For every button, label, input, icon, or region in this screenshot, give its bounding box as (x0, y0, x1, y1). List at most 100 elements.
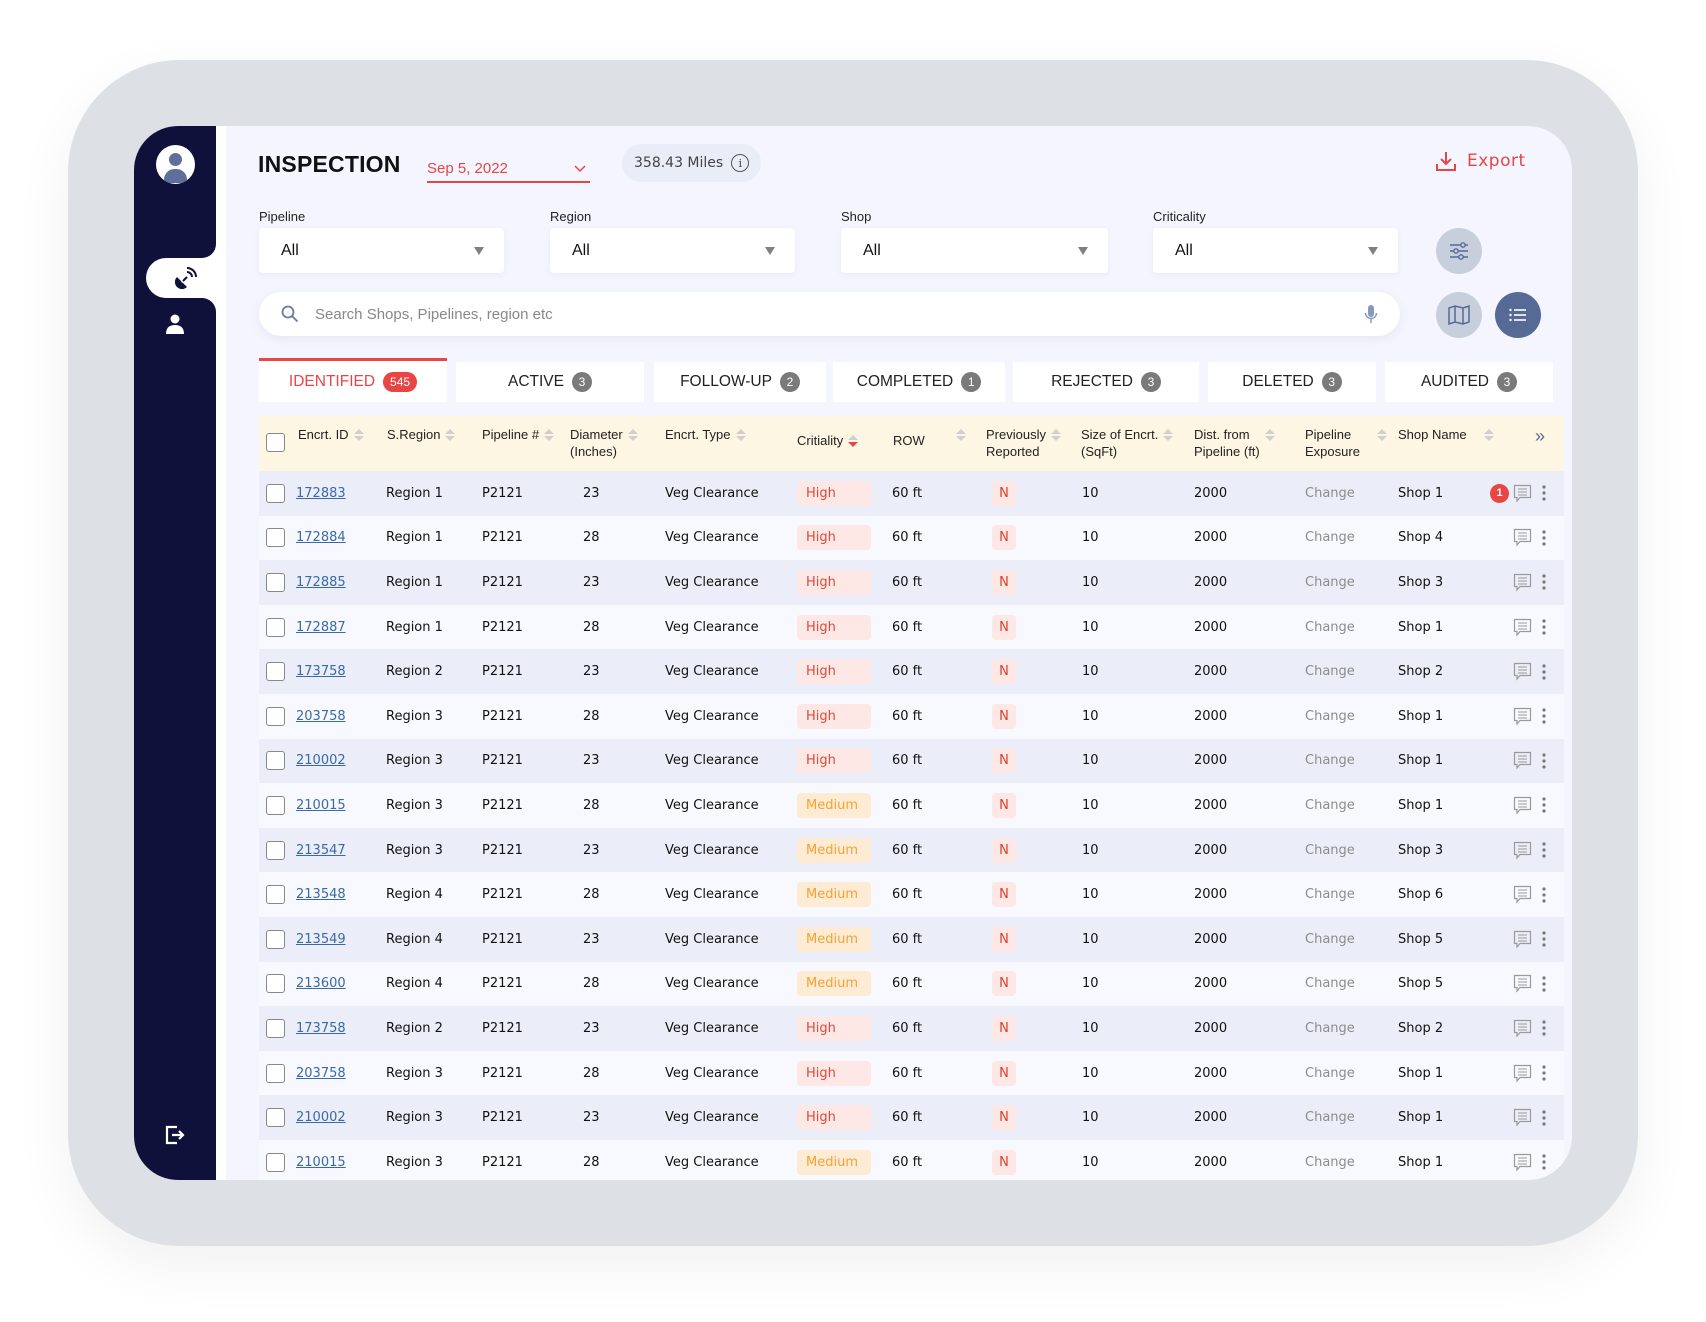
table-row[interactable]: 210015 Region 3 P2121 28 Veg Clearance M… (259, 783, 1564, 828)
table-row[interactable]: 173758 Region 2 P2121 23 Veg Clearance H… (259, 649, 1564, 694)
exposure-change-link[interactable]: Change (1305, 1051, 1355, 1096)
user-avatar-icon[interactable] (156, 145, 195, 184)
encrt-id-link[interactable]: 172887 (296, 620, 346, 635)
row-more-menu[interactable] (1541, 560, 1547, 605)
tab-deleted[interactable]: DELETED 3 (1208, 362, 1376, 402)
exposure-change-link[interactable]: Change (1305, 471, 1355, 516)
info-icon[interactable]: i (731, 154, 750, 172)
column-diameter[interactable]: Diameter (Inches) (570, 426, 638, 460)
region-select[interactable]: All (550, 228, 795, 273)
comment-button[interactable] (1513, 1006, 1532, 1051)
exposure-change-link[interactable]: Change (1305, 962, 1355, 1007)
tab-rejected[interactable]: REJECTED 3 (1013, 362, 1199, 402)
row-checkbox[interactable] (266, 605, 285, 650)
exposure-change-link[interactable]: Change (1305, 694, 1355, 739)
comment-button[interactable] (1513, 605, 1532, 650)
table-row[interactable]: 172885 Region 1 P2121 23 Veg Clearance H… (259, 560, 1564, 605)
exposure-change-link[interactable]: Change (1305, 1006, 1355, 1051)
row-more-menu[interactable] (1541, 605, 1547, 650)
encrt-id-link[interactable]: 210015 (296, 798, 346, 813)
table-row[interactable]: 203758 Region 3 P2121 28 Veg Clearance H… (259, 693, 1564, 739)
row-more-menu[interactable] (1541, 739, 1547, 784)
search-input[interactable] (315, 305, 1364, 323)
encrt-id-link[interactable]: 210002 (296, 753, 346, 768)
comment-button[interactable] (1513, 1051, 1532, 1096)
select-all-checkbox[interactable] (266, 433, 285, 452)
row-more-menu[interactable] (1541, 783, 1547, 828)
map-view-button[interactable] (1436, 292, 1482, 338)
table-row[interactable]: 213548 Region 4 P2121 28 Veg Clearance M… (259, 872, 1564, 917)
sort-icon[interactable] (445, 429, 456, 441)
pipeline-select[interactable]: All (259, 228, 504, 273)
sort-icon[interactable] (735, 429, 746, 441)
row-more-menu[interactable] (1541, 1140, 1547, 1180)
table-row[interactable]: 172884 Region 1 P2121 28 Veg Clearance H… (259, 515, 1564, 561)
sort-icon[interactable] (627, 429, 638, 441)
comment-button[interactable] (1513, 872, 1532, 917)
row-more-menu[interactable] (1541, 1095, 1547, 1140)
table-row[interactable]: 172883 Region 1 P2121 23 Veg Clearance H… (259, 471, 1564, 516)
table-row[interactable]: 210002 Region 3 P2121 23 Veg Clearance H… (259, 1095, 1564, 1140)
row-more-menu[interactable] (1541, 1051, 1547, 1096)
comment-button[interactable] (1513, 694, 1532, 739)
column-distance[interactable]: Dist. from Pipeline (ft) (1194, 426, 1275, 460)
table-row[interactable]: 213600 Region 4 P2121 28 Veg Clearance M… (259, 961, 1564, 1007)
tab-identified[interactable]: IDENTIFIED 545 (259, 358, 447, 402)
row-checkbox[interactable] (266, 872, 285, 917)
sort-icon[interactable] (1050, 429, 1061, 441)
column-region[interactable]: S.Region (387, 426, 456, 443)
comment-button[interactable] (1513, 560, 1532, 605)
encrt-id-link[interactable]: 213549 (296, 932, 346, 947)
row-more-menu[interactable] (1541, 828, 1547, 873)
tab-audited[interactable]: AUDITED 3 (1385, 362, 1553, 402)
exposure-change-link[interactable]: Change (1305, 649, 1355, 694)
column-row-sort[interactable] (956, 426, 966, 441)
comment-button[interactable] (1513, 471, 1532, 516)
sort-icon[interactable] (1264, 429, 1275, 441)
tab-follow-up[interactable]: FOLLOW-UP 2 (654, 362, 826, 402)
export-button[interactable]: Export (1435, 150, 1526, 172)
encrt-id-link[interactable]: 213547 (296, 843, 346, 858)
column-shop-name[interactable]: Shop Name (1398, 426, 1494, 443)
comment-button[interactable] (1513, 1095, 1532, 1140)
filter-settings-button[interactable] (1436, 228, 1482, 274)
comment-button[interactable] (1513, 917, 1532, 962)
exposure-change-link[interactable]: Change (1305, 516, 1355, 561)
encrt-id-link[interactable]: 173758 (296, 664, 346, 679)
criticality-select[interactable]: All (1153, 228, 1398, 273)
row-more-menu[interactable] (1541, 471, 1547, 516)
microphone-icon[interactable] (1364, 304, 1378, 324)
row-more-menu[interactable] (1541, 649, 1547, 694)
comment-button[interactable] (1513, 962, 1532, 1007)
table-row[interactable]: 203758 Region 3 P2121 28 Veg Clearance H… (259, 1050, 1564, 1096)
exposure-change-link[interactable]: Change (1305, 560, 1355, 605)
row-more-menu[interactable] (1541, 516, 1547, 561)
comment-button[interactable] (1513, 516, 1532, 561)
list-view-button[interactable] (1495, 292, 1541, 338)
shop-select[interactable]: All (841, 228, 1108, 273)
exposure-change-link[interactable]: Change (1305, 739, 1355, 784)
row-checkbox[interactable] (266, 1051, 285, 1096)
row-more-menu[interactable] (1541, 694, 1547, 739)
column-previously-reported[interactable]: Previously Reported (986, 426, 1061, 460)
row-checkbox[interactable] (266, 560, 285, 605)
row-checkbox[interactable] (266, 516, 285, 561)
column-criticality[interactable]: Critiality (797, 432, 859, 449)
exposure-change-link[interactable]: Change (1305, 1095, 1355, 1140)
row-more-menu[interactable] (1541, 917, 1547, 962)
table-row[interactable]: 210002 Region 3 P2121 23 Veg Clearance H… (259, 738, 1564, 784)
exposure-change-link[interactable]: Change (1305, 872, 1355, 917)
row-checkbox[interactable] (266, 739, 285, 784)
column-row[interactable]: ROW (893, 432, 925, 449)
table-row[interactable]: 173758 Region 2 P2121 23 Veg Clearance H… (259, 1006, 1564, 1051)
column-size[interactable]: Size of Encrt. (SqFt) (1081, 426, 1174, 460)
sort-icon[interactable] (353, 429, 364, 441)
encrt-id-link[interactable]: 210015 (296, 1155, 346, 1170)
column-pipeline[interactable]: Pipeline # (482, 426, 555, 443)
encrt-id-link[interactable]: 172885 (296, 575, 346, 590)
row-checkbox[interactable] (266, 1006, 285, 1051)
row-checkbox[interactable] (266, 917, 285, 962)
table-row[interactable]: 213547 Region 3 P2121 23 Veg Clearance M… (259, 827, 1564, 873)
column-encrt-id[interactable]: Encrt. ID (298, 426, 364, 443)
exposure-change-link[interactable]: Change (1305, 605, 1355, 650)
